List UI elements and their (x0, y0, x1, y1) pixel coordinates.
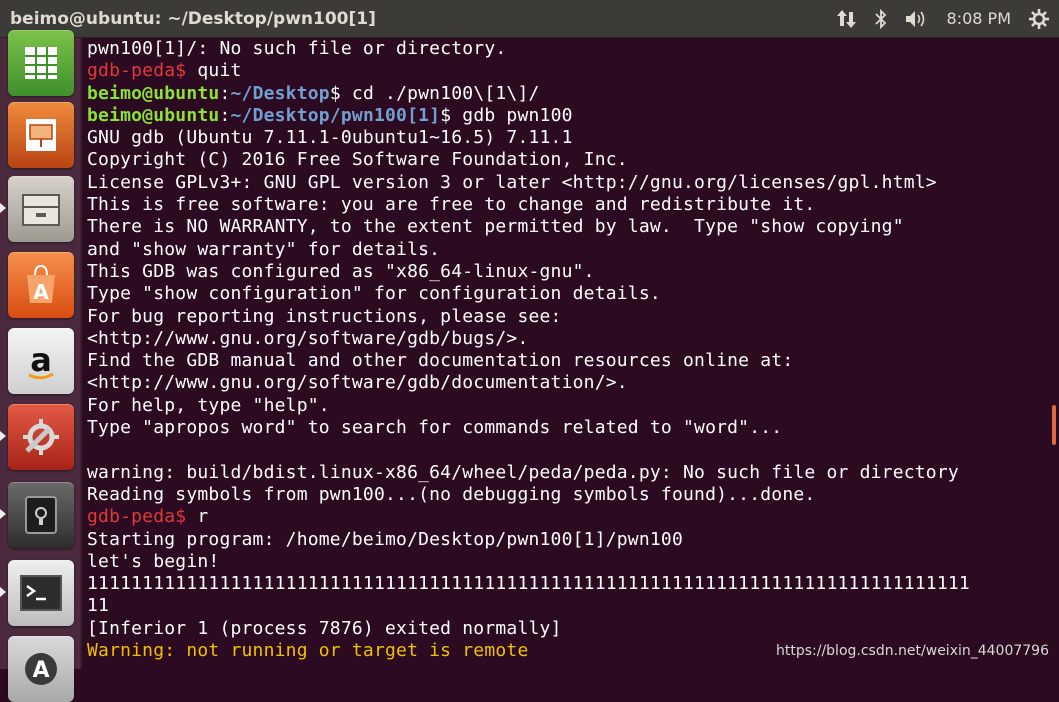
terminal-line: Type "apropos word" to search for comman… (87, 417, 1045, 439)
terminal-line: <http://www.gnu.org/software/gdb/bugs/>. (87, 328, 1045, 350)
terminal-line: Type "show configuration" for configurat… (87, 283, 1045, 305)
software-updater-icon[interactable]: A (8, 636, 74, 702)
terminal-text: warning: build/bdist.linux-x86_64/wheel/… (87, 461, 959, 483)
terminal-line: Starting program: /home/beimo/Desktop/pw… (87, 529, 1045, 551)
terminal-line: gdb-peda$ quit (87, 60, 1045, 82)
terminal-text: For help, type "help". (87, 394, 330, 416)
system-tray: 8:08 PM (836, 7, 1049, 31)
terminal-text: 1111111111111111111111111111111111111111… (87, 573, 970, 595)
volume-icon[interactable] (905, 7, 929, 31)
terminal-text: This GDB was configured as "x86_64-linux… (87, 260, 595, 282)
terminal-text: : (219, 82, 231, 104)
disk-vault-icon[interactable] (8, 482, 74, 548)
launcher-running-pip (0, 509, 6, 519)
software-center-icon[interactable]: A (8, 252, 74, 318)
terminal-line: Find the GDB manual and other documentat… (87, 350, 1045, 372)
terminal-text: $ gdb pwn100 (440, 104, 573, 126)
files-icon[interactable] (8, 176, 74, 242)
clock-time[interactable]: 8:08 PM (947, 9, 1011, 28)
terminal-text: Type "show configuration" for configurat… (87, 283, 661, 305)
terminal-text: $ cd ./pwn100\[1\]/ (329, 82, 540, 104)
shell-prompt-path: ~/Desktop/pwn100[1] (230, 104, 441, 126)
system-settings-icon[interactable] (8, 404, 74, 470)
gdb-prompt: gdb-peda$ (87, 60, 198, 82)
watermark-text: https://blog.csdn.net/weixin_44007796 (775, 643, 1049, 659)
terminal-text: let's begin! (87, 550, 220, 572)
network-icon[interactable] (836, 7, 857, 31)
terminal-text: 11 (87, 595, 110, 617)
launcher-dock: A a A (0, 30, 82, 702)
terminal-line: For help, type "help". (87, 395, 1045, 417)
terminal-line: 11 (87, 595, 1045, 617)
terminal-scrollbar[interactable] (1052, 405, 1056, 445)
terminal-text: r (197, 506, 209, 528)
terminal-line: This GDB was configured as "x86_64-linux… (87, 261, 1045, 283)
svg-text:A: A (32, 658, 49, 683)
top-panel: beimo@ubuntu: ~/Desktop/pwn100[1] 8:08 P… (0, 0, 1059, 38)
terminal-text: Find the GDB manual and other documentat… (87, 350, 794, 372)
terminal-line: warning: build/bdist.linux-x86_64/wheel/… (87, 462, 1045, 484)
terminal-text: Reading symbols from pwn100...(no debugg… (87, 483, 816, 505)
gdb-prompt: gdb-peda$ (87, 506, 198, 528)
terminal-text: Type "apropos word" to search for comman… (87, 417, 783, 439)
bluetooth-icon[interactable] (874, 7, 887, 31)
libreoffice-impress-icon[interactable] (8, 102, 74, 168)
settings-gear-icon[interactable] (1029, 7, 1049, 31)
terminal-output[interactable]: pwn100[1]/: No such file or directory. gd… (87, 38, 1045, 669)
terminal-text: and "show warranty" for details. (87, 238, 441, 260)
svg-text:a: a (30, 341, 52, 379)
window-title: beimo@ubuntu: ~/Desktop/pwn100[1] (10, 8, 376, 29)
svg-text:A: A (33, 280, 49, 304)
terminal-text: pwn100[1]/: No such file or directory. (87, 38, 507, 59)
terminal-line: License GPLv3+: GNU GPL version 3 or lat… (87, 172, 1045, 194)
terminal-text: This is free software: you are free to c… (87, 194, 816, 216)
terminal-text: : (219, 104, 231, 126)
terminal-text: quit (197, 60, 242, 82)
shell-prompt-path: ~/Desktop (230, 82, 330, 104)
terminal-line: and "show warranty" for details. (87, 239, 1045, 261)
terminal-line: [Inferior 1 (process 7876) exited normal… (87, 618, 1045, 640)
terminal-text: Starting program: /home/beimo/Desktop/pw… (87, 528, 683, 550)
terminal-text: GNU gdb (Ubuntu 7.11.1-0ubuntu1~16.5) 7.… (87, 127, 573, 149)
terminal-line: beimo@ubuntu:~/Desktop$ cd ./pwn100\[1\]… (87, 83, 1045, 105)
terminal-text: <http://www.gnu.org/software/gdb/bugs/>. (87, 327, 529, 349)
terminal-line: let's begin! (87, 551, 1045, 573)
terminal-text: Copyright (C) 2016 Free Software Foundat… (87, 149, 628, 171)
terminal-line: beimo@ubuntu:~/Desktop/pwn100[1]$ gdb pw… (87, 105, 1045, 127)
shell-prompt-user: beimo@ubuntu (87, 82, 220, 104)
terminal-line: <http://www.gnu.org/software/gdb/documen… (87, 372, 1045, 394)
terminal-text: There is NO WARRANTY, to the extent perm… (87, 216, 904, 238)
terminal-line: Reading symbols from pwn100...(no debugg… (87, 484, 1045, 506)
terminal-text: [Inferior 1 (process 7876) exited normal… (87, 617, 562, 639)
amazon-icon[interactable]: a (8, 328, 74, 394)
terminal-text: <http://www.gnu.org/software/gdb/documen… (87, 372, 628, 394)
shell-prompt-user: beimo@ubuntu (87, 104, 220, 126)
terminal-icon[interactable] (8, 560, 74, 626)
terminal-line: pwn100[1]/: No such file or directory. (87, 38, 1045, 60)
terminal-text: License GPLv3+: GNU GPL version 3 or lat… (87, 171, 937, 193)
terminal-text: Warning: not running or target is remote (87, 640, 529, 662)
terminal-line: 1111111111111111111111111111111111111111… (87, 573, 1045, 595)
launcher-running-pip (0, 587, 6, 597)
terminal-line: For bug reporting instructions, please s… (87, 306, 1045, 328)
terminal-line: GNU gdb (Ubuntu 7.11.1-0ubuntu1~16.5) 7.… (87, 127, 1045, 149)
launcher-running-pip (0, 431, 6, 441)
terminal-line: gdb-peda$ r (87, 506, 1045, 528)
terminal-text: For bug reporting instructions, please s… (87, 305, 562, 327)
terminal-line: Copyright (C) 2016 Free Software Foundat… (87, 149, 1045, 171)
libreoffice-calc-icon[interactable] (8, 30, 74, 96)
terminal-line: This is free software: you are free to c… (87, 194, 1045, 216)
terminal-line: There is NO WARRANTY, to the extent perm… (87, 216, 1045, 238)
launcher-running-pip (0, 203, 6, 213)
